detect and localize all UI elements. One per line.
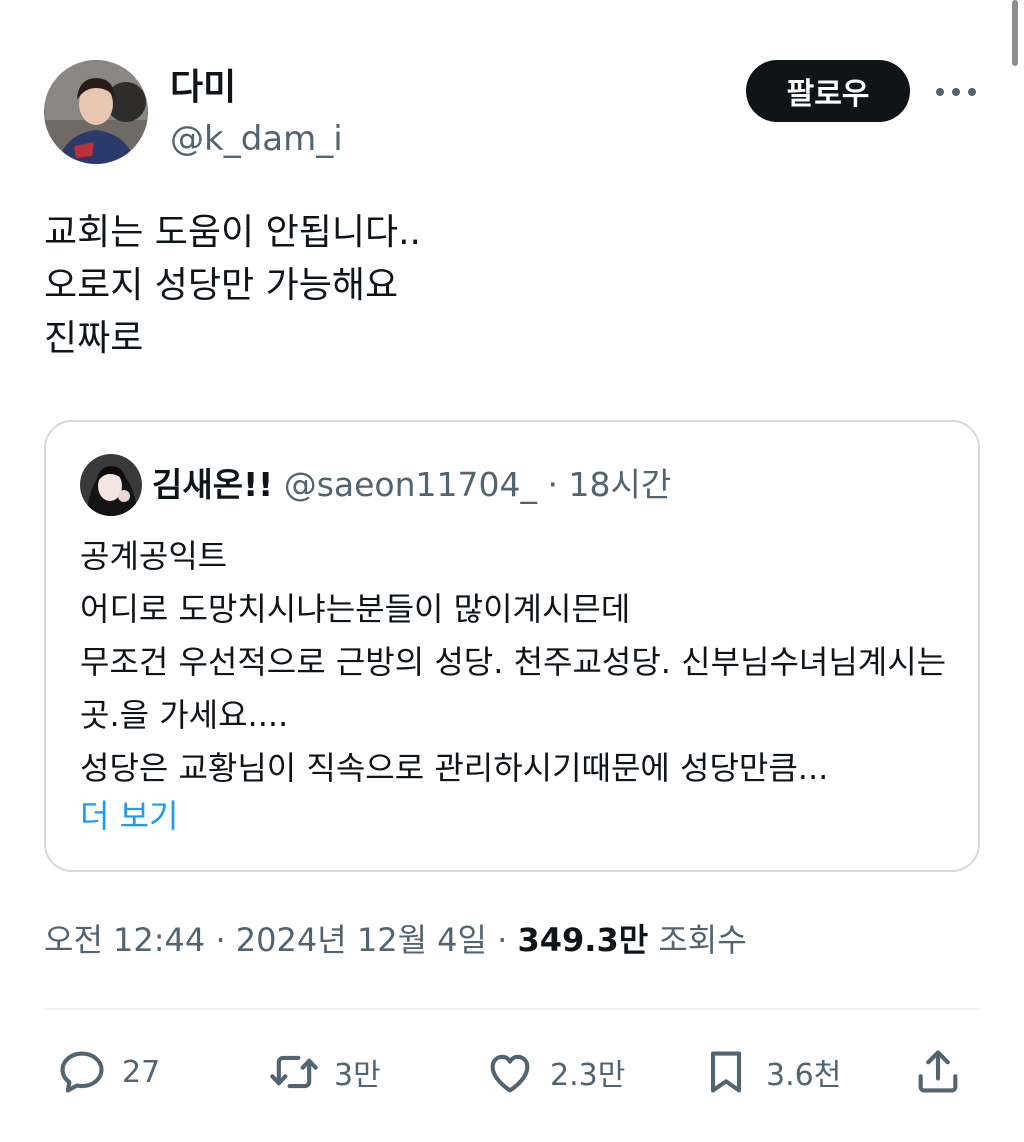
quoted-separator: · xyxy=(537,465,569,504)
quoted-author-name[interactable]: 김새온!! xyxy=(152,465,273,504)
action-bar: 27 3만 2.3만 3.6천 xyxy=(44,1040,980,1104)
author-handle[interactable]: @k_dam_i xyxy=(170,117,343,161)
bookmark-count: 3.6천 xyxy=(766,1058,842,1093)
heart-icon xyxy=(490,1054,530,1093)
quoted-tweet[interactable]: 김새온!! @saeon11704_ · 18시간 공계공익트 어디로 도망치시… xyxy=(44,420,980,872)
tweet-text: 교회는 도움이 안됩니다.. 오로지 성당만 가능해요 진짜로 xyxy=(44,212,421,359)
divider xyxy=(44,1008,980,1010)
follow-button[interactable]: 팔로우 xyxy=(746,60,910,122)
like-button[interactable]: 2.3만 xyxy=(484,1040,625,1104)
tweet-header: 다미 @k_dam_i 팔로우 xyxy=(44,60,980,164)
scrollbar[interactable] xyxy=(1012,0,1018,66)
quoted-author-handle[interactable]: @saeon11704_ xyxy=(284,465,537,504)
views-label: 조회수 xyxy=(648,921,747,959)
quoted-text: 공계공익트 어디로 도망치시냐는분들이 많이계시믄데 무조건 우선적으로 근방의… xyxy=(80,537,947,787)
retweet-button[interactable]: 3만 xyxy=(268,1040,381,1104)
retweet-count: 3만 xyxy=(334,1058,381,1093)
reply-count: 27 xyxy=(122,1054,161,1090)
share-icon xyxy=(918,1050,958,1093)
retweet-icon xyxy=(270,1055,318,1089)
meta-separator: · xyxy=(486,921,518,959)
author-name[interactable]: 다미 xyxy=(170,66,236,110)
bookmark-button[interactable]: 3.6천 xyxy=(700,1040,841,1104)
like-count: 2.3만 xyxy=(550,1058,626,1093)
more-horizontal-icon[interactable] xyxy=(934,80,978,104)
meta-separator: · xyxy=(205,921,236,959)
tweet-meta: 오전 12:44 · 2024년 12월 4일 · 349.3만 조회수 xyxy=(44,916,747,964)
show-more-link[interactable]: 더 보기 xyxy=(80,794,179,838)
quoted-time[interactable]: 18시간 xyxy=(568,465,671,504)
views-count[interactable]: 349.3만 xyxy=(518,921,649,959)
quoted-author-avatar[interactable] xyxy=(80,454,142,516)
reply-icon xyxy=(60,1051,104,1093)
quoted-header: 김새온!! @saeon11704_ · 18시간 xyxy=(152,462,671,508)
reply-button[interactable]: 27 xyxy=(56,1040,160,1104)
tweet-time[interactable]: 오전 12:44 xyxy=(44,921,205,959)
author-avatar[interactable] xyxy=(44,60,148,164)
share-button[interactable] xyxy=(912,1040,964,1104)
bookmark-icon xyxy=(710,1051,742,1093)
tweet-date[interactable]: 2024년 12월 4일 xyxy=(236,921,487,959)
